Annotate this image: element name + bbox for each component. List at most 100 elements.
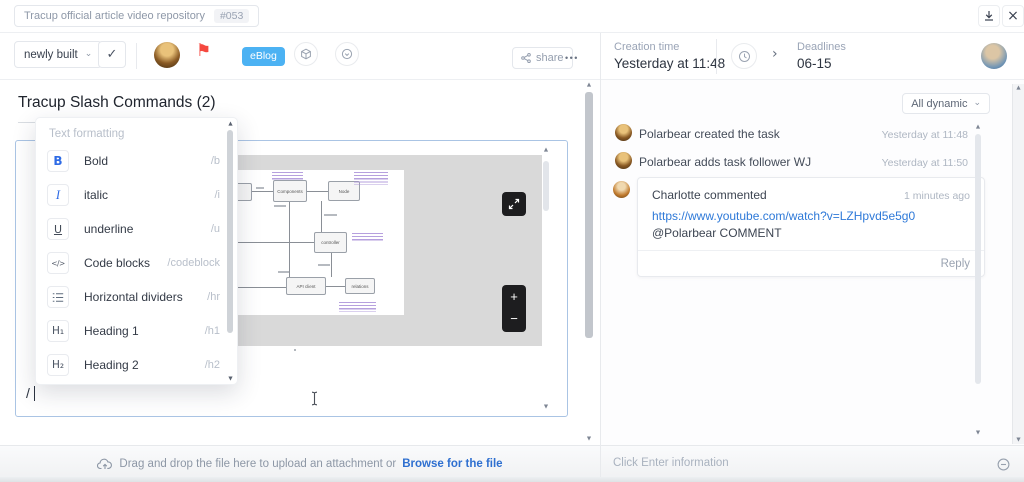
diagram-connector	[331, 253, 332, 277]
diagram-annotation	[272, 172, 303, 181]
diagram-box: API client	[286, 277, 326, 295]
activity-scrollbar[interactable]: ▲ ▼	[973, 124, 983, 436]
menu-scrollbar[interactable]: ▲ ▼	[226, 121, 235, 382]
scroll-down-icon[interactable]: ▼	[541, 404, 551, 410]
tag-eblog[interactable]: eBlog	[242, 47, 285, 66]
share-icon	[521, 53, 531, 63]
deadline-clock-button[interactable]	[731, 43, 757, 69]
editor-scrollbar[interactable]: ▲ ▼	[541, 147, 551, 410]
comment-time: 1 minutes ago	[904, 190, 970, 202]
scrollbar-thumb[interactable]	[585, 92, 593, 338]
diagram-connector	[307, 191, 328, 192]
more-menu-button[interactable]: •••	[565, 53, 579, 63]
comment-link[interactable]: https://www.youtube.com/watch?v=LZHpvd5e…	[652, 209, 915, 223]
image-viewer: Components Node controller API client re…	[234, 155, 542, 346]
download-icon	[983, 10, 995, 22]
diagram-edge-label	[256, 187, 264, 189]
zoom-out-button[interactable]: −	[502, 307, 526, 329]
scrollbar-thumb[interactable]	[227, 130, 233, 333]
scroll-down-icon[interactable]: ▼	[973, 430, 983, 436]
scroll-up-icon[interactable]: ▲	[584, 82, 594, 88]
underline-icon: U	[47, 218, 69, 240]
typed-slash-text: /	[26, 385, 30, 401]
document-title[interactable]: Tracup Slash Commands (2)	[18, 94, 216, 112]
reply-button[interactable]: Reply	[941, 258, 970, 270]
diagram-connector	[326, 286, 345, 287]
diagram-box: Components	[273, 180, 307, 202]
menu-item-horizontal-dividers[interactable]: Horizontal dividers /hr	[36, 280, 226, 314]
menu-item-bold[interactable]: B Bold /b	[36, 144, 226, 178]
zoom-in-button[interactable]: +	[502, 285, 526, 307]
clock-icon	[738, 50, 751, 63]
schedule-button[interactable]	[335, 42, 359, 66]
scroll-up-icon[interactable]: ▲	[973, 124, 983, 130]
complete-task-button[interactable]: ✓	[98, 41, 126, 68]
meta-header: Creation time Yesterday at 11:48 › Deadl…	[601, 33, 1024, 80]
task-detail-window: Tracup official article video repository…	[0, 0, 1024, 482]
top-bar: Tracup official article video repository…	[0, 0, 1024, 33]
chevron-right-icon[interactable]: ›	[772, 46, 778, 62]
comment-body: @Polarbear COMMENT	[652, 226, 782, 240]
menu-item-italic[interactable]: I italic /i	[36, 178, 226, 212]
heading2-icon: H₂	[47, 354, 69, 376]
check-icon: ✓	[107, 47, 118, 62]
scroll-up-icon[interactable]: ▲	[1013, 85, 1024, 91]
activity-filter-dropdown[interactable]: All dynamic ⌄	[902, 93, 990, 114]
scroll-down-icon[interactable]: ▼	[1013, 437, 1024, 443]
menu-item-heading-1[interactable]: H₁ Heading 1 /h1	[36, 314, 226, 348]
enter-info-placeholder: Click Enter information	[613, 457, 729, 469]
creation-time-value: Yesterday at 11:48	[614, 56, 725, 71]
scroll-up-icon[interactable]: ▲	[541, 147, 551, 153]
emoji-icon[interactable]	[997, 458, 1010, 471]
menu-item-underline[interactable]: U underline /u	[36, 212, 226, 246]
task-title: Tracup official article video repository	[24, 10, 205, 22]
diagram-connector	[234, 287, 286, 288]
package-button[interactable]	[294, 42, 318, 66]
scrollbar-thumb[interactable]	[543, 161, 549, 211]
diagram-box: relations	[345, 278, 375, 294]
menu-section-header: Text formatting	[49, 128, 124, 140]
close-button[interactable]: ×	[1002, 5, 1024, 27]
download-button[interactable]	[978, 5, 1000, 27]
scroll-up-icon[interactable]: ▲	[226, 121, 235, 127]
task-title-pill[interactable]: Tracup official article video repository…	[14, 5, 259, 27]
chevron-down-icon: ⌄	[973, 99, 981, 108]
comment-card: Charlotte commented 1 minutes ago https:…	[637, 177, 985, 277]
member-avatar[interactable]	[981, 43, 1007, 69]
flowchart-image: Components Node controller API client re…	[234, 170, 404, 315]
status-label: newly built	[24, 49, 78, 61]
task-toolbar: newly built ⌄ ✓ ⚑ eBlog	[0, 33, 600, 80]
expand-icon	[502, 192, 526, 216]
comment-avatar	[613, 181, 630, 198]
upload-hint-text: Drag and drop the file here to upload an…	[119, 458, 396, 470]
scroll-down-icon[interactable]: ▼	[226, 376, 235, 382]
event-text: Polarbear adds task follower WJ	[639, 155, 811, 169]
event-text: Polarbear created the task	[639, 127, 780, 141]
status-dropdown[interactable]: newly built ⌄	[14, 41, 102, 68]
diagram-edge-label	[278, 271, 289, 273]
diagram-connector	[289, 202, 290, 277]
diagram-edge-label	[318, 264, 330, 266]
creation-time-label: Creation time	[614, 41, 679, 53]
deadlines-value: 06-15	[797, 56, 832, 71]
fullscreen-button[interactable]	[502, 192, 526, 216]
text-cursor	[310, 391, 319, 406]
window-scrollbar[interactable]: ▲ ▼	[1012, 84, 1024, 444]
assignee-avatar[interactable]	[154, 42, 180, 68]
text-caret	[34, 386, 35, 401]
scroll-down-icon[interactable]: ▼	[584, 436, 594, 442]
share-button[interactable]: share	[512, 47, 573, 69]
event-time: Yesterday at 11:48	[882, 129, 968, 141]
document-scrollbar[interactable]: ▲ ▼	[584, 82, 594, 442]
scrollbar-thumb[interactable]	[975, 134, 981, 384]
priority-flag-icon[interactable]: ⚑	[196, 43, 211, 60]
pane-divider	[600, 33, 601, 482]
menu-item-heading-2[interactable]: H₂ Heading 2 /h2	[36, 348, 226, 382]
bold-icon: B	[47, 150, 69, 172]
browse-file-link[interactable]: Browse for the file	[402, 458, 502, 470]
task-number-badge: #053	[214, 9, 249, 23]
meta-divider	[716, 39, 717, 74]
menu-item-code-blocks[interactable]: </> Code blocks /codeblock	[36, 246, 226, 280]
activity-pane: All dynamic ⌄ Polarbear created the task…	[601, 80, 1024, 445]
bottom-edge	[0, 477, 1024, 482]
